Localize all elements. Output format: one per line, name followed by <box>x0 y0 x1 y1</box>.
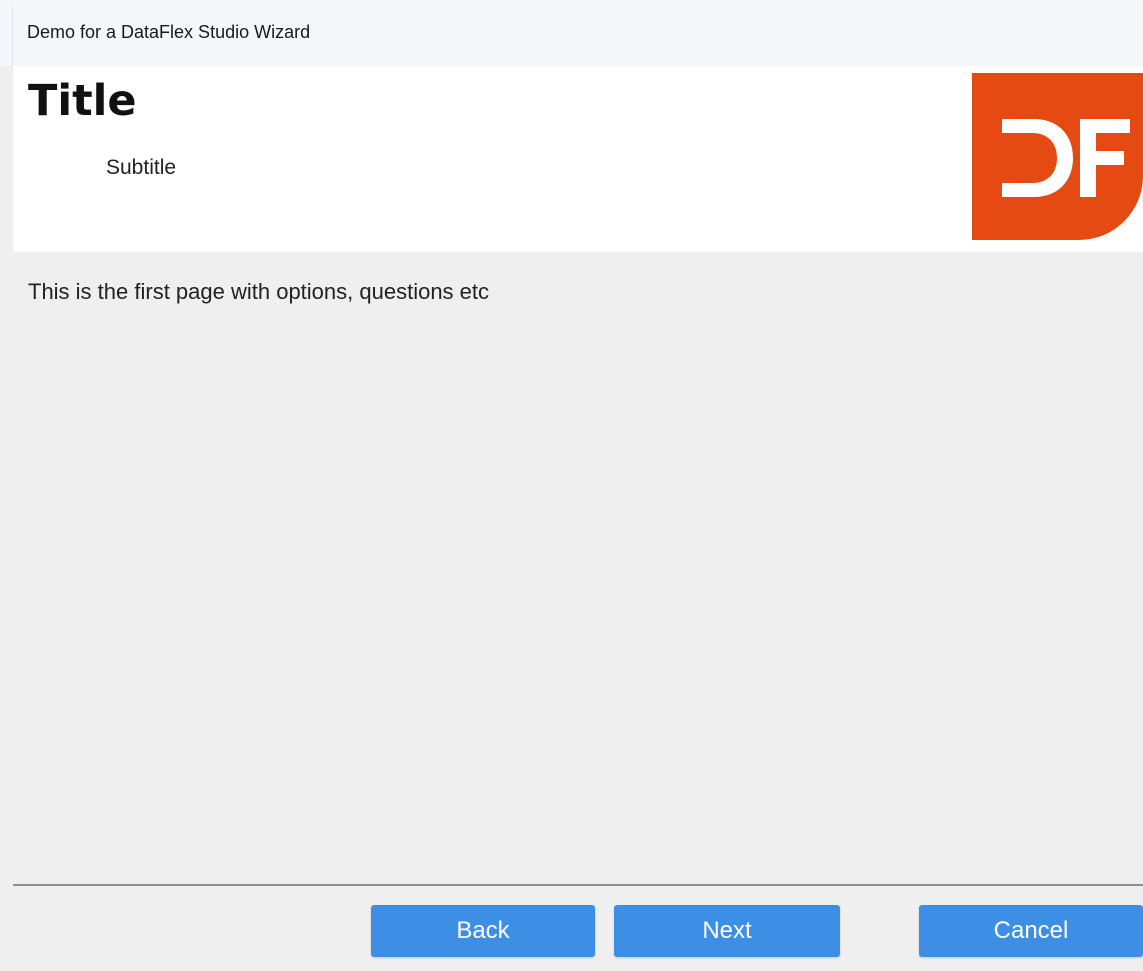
page-title: Title <box>28 76 137 126</box>
dataflex-logo-icon <box>1002 119 1130 197</box>
next-button[interactable]: Next <box>614 905 840 957</box>
page-description: This is the first page with options, que… <box>28 279 490 304</box>
title-bar-edge <box>12 6 13 66</box>
cancel-button[interactable]: Cancel <box>919 905 1143 957</box>
title-bar: Demo for a DataFlex Studio Wizard <box>0 0 1143 66</box>
dataflex-logo <box>972 73 1143 240</box>
wizard-page-content: This is the first page with options, que… <box>13 252 1143 884</box>
wizard-header: Title Subtitle <box>13 66 1143 252</box>
wizard-footer: Back Next Cancel <box>13 886 1143 971</box>
page-subtitle: Subtitle <box>106 156 177 179</box>
wizard-window: Demo for a DataFlex Studio Wizard Title … <box>0 0 1143 971</box>
back-button[interactable]: Back <box>371 905 595 957</box>
window-title: Demo for a DataFlex Studio Wizard <box>27 22 311 42</box>
